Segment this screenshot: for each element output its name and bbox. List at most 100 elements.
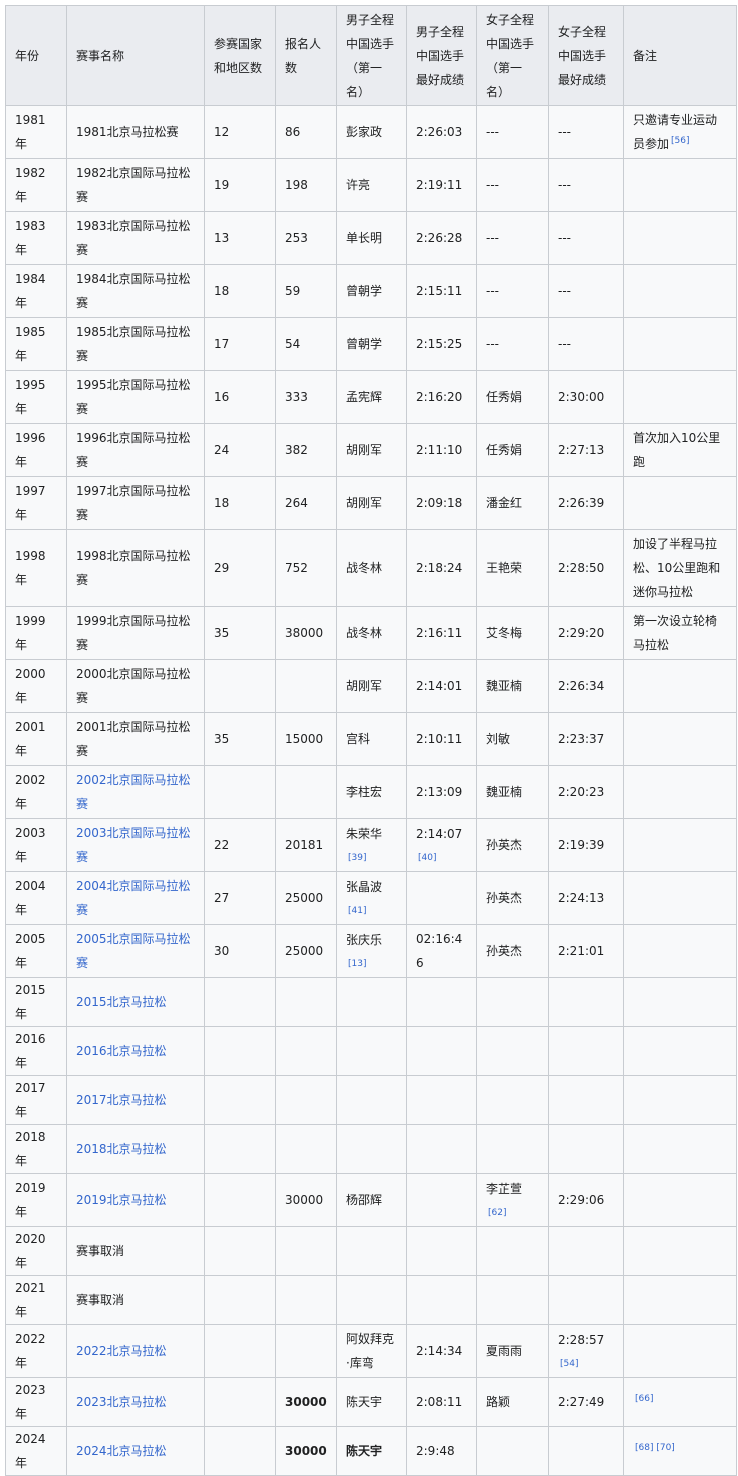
women-best-text: 2:26:39 <box>558 496 605 510</box>
header-notes[interactable]: 备注 <box>623 5 737 106</box>
table-row: 1997年 1997北京国际马拉松赛 18 264 胡刚军 2:09:18 潘金红 2:26:… <box>5 476 737 530</box>
women-best-cell: 2:30:00 <box>548 370 624 424</box>
women-first-text: 任秀娟 <box>486 443 523 457</box>
women-best-cell: 2:26:39 <box>548 476 624 530</box>
countries-cell <box>204 765 276 819</box>
table-row: 2023年 2023北京马拉松 30000 陈天宇 2:08:11 路颖 2:27:49 [6… <box>5 1377 737 1427</box>
women-first-cell: 魏亚楠 <box>476 659 549 713</box>
citation-link[interactable]: [41] <box>346 904 366 918</box>
year-cell: 1997年 <box>5 476 67 530</box>
citation-link[interactable]: [54] <box>558 1357 578 1371</box>
entrants-text: 59 <box>285 284 301 298</box>
notes-cell: [66] <box>623 1377 737 1427</box>
notes-cell: [68] [70] <box>623 1426 737 1476</box>
entrants-text: 38000 <box>285 626 324 640</box>
men-first-text: 杨邵辉 <box>346 1193 383 1207</box>
women-best-cell: --- <box>548 317 624 371</box>
event-link[interactable]: 2017北京马拉松 <box>76 1093 167 1107</box>
women-best-text: 2:19:39 <box>558 838 605 852</box>
men-first-cell <box>336 1075 407 1125</box>
citation-link[interactable]: [62] <box>486 1206 506 1220</box>
men-best-text: 02:16:46 <box>416 932 463 970</box>
year-cell: 2003年 <box>5 818 67 872</box>
event-link[interactable]: 2004北京国际马拉松赛 <box>76 879 191 917</box>
header-year[interactable]: 年份 <box>5 5 67 106</box>
women-best-cell <box>548 1075 624 1125</box>
men-best-cell: 2:9:48 <box>406 1426 477 1476</box>
table-row: 2017年 2017北京马拉松 <box>5 1075 737 1125</box>
event-name-cell: 2015北京马拉松 <box>66 977 205 1027</box>
women-first-cell: 艾冬梅 <box>476 606 549 660</box>
men-best-text: 2:15:11 <box>416 284 463 298</box>
event-link[interactable]: 2016北京马拉松 <box>76 1044 167 1058</box>
event-link[interactable]: 2005北京国际马拉松赛 <box>76 932 191 970</box>
event-name-text: 赛事取消 <box>76 1293 125 1307</box>
event-link[interactable]: 2019北京马拉松 <box>76 1193 167 1207</box>
table-row: 1981年 1981北京马拉松赛 12 86 彭家政 2:26:03 --- --- 只邀请专业… <box>5 105 737 159</box>
women-best-cell <box>548 977 624 1027</box>
event-link[interactable]: 2018北京马拉松 <box>76 1142 167 1156</box>
citation-link[interactable]: [13] <box>346 957 366 971</box>
countries-cell: 19 <box>204 158 276 212</box>
men-best-cell: 2:14:07 [40] <box>406 818 477 872</box>
women-first-text: 孙英杰 <box>486 838 523 852</box>
table-row: 1985年 1985北京国际马拉松赛 17 54 曾朝学 2:15:25 --- --- <box>5 317 737 371</box>
women-best-text: --- <box>558 337 571 351</box>
countries-text: 18 <box>214 284 230 298</box>
men-best-cell: 2:14:01 <box>406 659 477 713</box>
entrants-text: 30000 <box>285 1395 327 1409</box>
event-link[interactable]: 2002北京国际马拉松赛 <box>76 773 191 811</box>
men-best-cell <box>406 1124 477 1174</box>
header-countries[interactable]: 参赛国家和地区数 <box>204 5 276 106</box>
table-row: 1982年 1982北京国际马拉松赛 19 198 许亮 2:19:11 --- --- <box>5 158 737 212</box>
event-link[interactable]: 2023北京马拉松 <box>76 1395 167 1409</box>
year-cell: 2000年 <box>5 659 67 713</box>
men-best-cell: 2:18:24 <box>406 529 477 607</box>
men-first-text: 孟宪辉 <box>346 390 383 404</box>
event-link[interactable]: 2024北京马拉松 <box>76 1444 167 1458</box>
year-text: 2023年 <box>15 1383 46 1421</box>
men-first-text: 李柱宏 <box>346 785 383 799</box>
year-cell: 1984年 <box>5 264 67 318</box>
year-text: 1998年 <box>15 549 46 587</box>
year-text: 1985年 <box>15 325 46 363</box>
countries-cell: 35 <box>204 712 276 766</box>
citation-link[interactable]: [68] [70] <box>635 1443 675 1453</box>
men-best-cell: 2:16:20 <box>406 370 477 424</box>
citation-link[interactable]: [39] <box>346 851 366 865</box>
table-row: 2019年 2019北京马拉松 30000 杨邵辉 李芷萱 [62] 2:29:06 <box>5 1173 737 1227</box>
event-link[interactable]: 2015北京马拉松 <box>76 995 167 1009</box>
event-name-cell: 2005北京国际马拉松赛 <box>66 924 205 978</box>
men-first-cell: 孟宪辉 <box>336 370 407 424</box>
citation-link[interactable]: [40] <box>416 851 436 865</box>
event-link[interactable]: 2022北京马拉松 <box>76 1344 167 1358</box>
entrants-cell: 253 <box>275 211 337 265</box>
men-first-text: 战冬林 <box>346 626 383 640</box>
header-entrants[interactable]: 报名人数 <box>275 5 337 106</box>
women-best-cell <box>548 1426 624 1476</box>
countries-cell: 16 <box>204 370 276 424</box>
entrants-cell <box>275 1026 337 1076</box>
table-row: 2005年 2005北京国际马拉松赛 30 25000 张庆乐 [13] 02:16:46 孙… <box>5 924 737 978</box>
notes-cell <box>623 977 737 1027</box>
entrants-cell <box>275 765 337 819</box>
year-text: 2005年 <box>15 932 46 970</box>
women-first-cell: --- <box>476 105 549 159</box>
event-link[interactable]: 2003北京国际马拉松赛 <box>76 826 191 864</box>
countries-text: 17 <box>214 337 230 351</box>
countries-text: 30 <box>214 944 230 958</box>
women-first-cell: 王艳荣 <box>476 529 549 607</box>
header-women-best[interactable]: 女子全程中国选手最好成绩 <box>548 5 624 106</box>
header-women-first[interactable]: 女子全程中国选手（第一名） <box>476 5 549 106</box>
header-men-first[interactable]: 男子全程中国选手（第一名） <box>336 5 407 106</box>
table-row: 1998年 1998北京国际马拉松赛 29 752 战冬林 2:18:24 王艳荣 2:28:… <box>5 529 737 607</box>
header-men-best[interactable]: 男子全程中国选手最好成绩 <box>406 5 477 106</box>
women-best-text: --- <box>558 231 571 245</box>
citation-link[interactable]: [56] <box>671 136 689 146</box>
table-row: 2003年 2003北京国际马拉松赛 22 20181 朱荣华 [39] 2:14:07 [4… <box>5 818 737 872</box>
citation-link[interactable]: [66] <box>635 1394 653 1404</box>
women-best-cell: --- <box>548 158 624 212</box>
men-first-text: 张庆乐 <box>346 933 383 947</box>
header-event-name[interactable]: 赛事名称 <box>66 5 205 106</box>
year-text: 2002年 <box>15 773 46 811</box>
